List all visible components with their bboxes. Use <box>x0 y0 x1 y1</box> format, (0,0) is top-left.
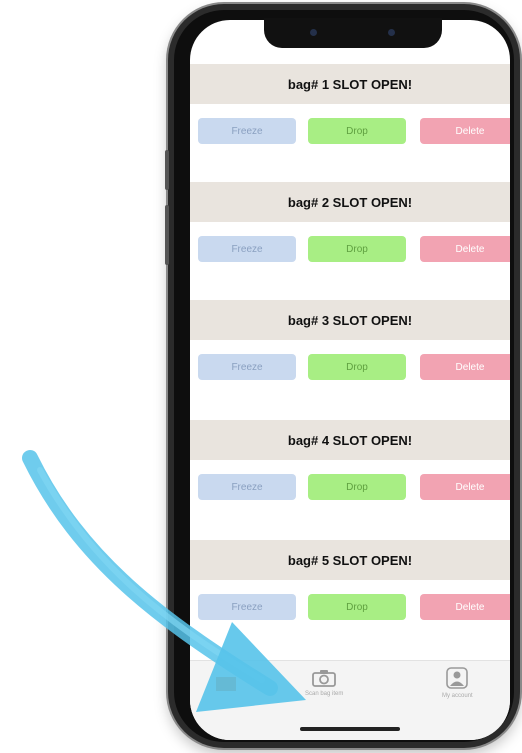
pointer-arrow-icon <box>22 450 306 712</box>
